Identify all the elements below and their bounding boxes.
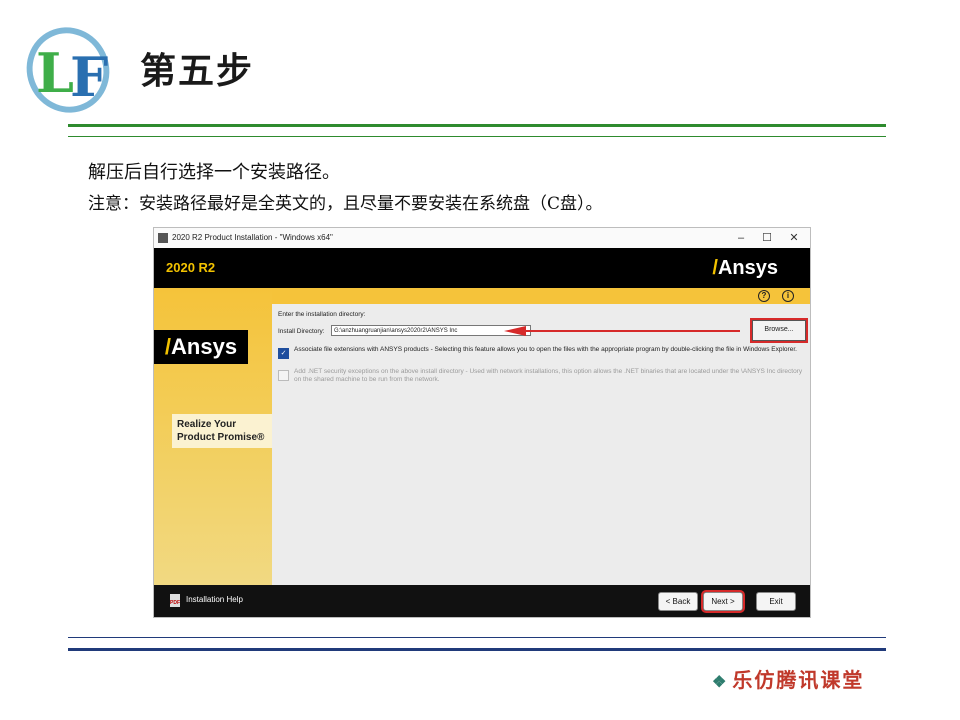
- header-rule: [68, 124, 886, 127]
- header-rule-thin: [68, 136, 886, 137]
- slide-title: 第五步: [140, 51, 255, 92]
- exit-button[interactable]: Exit: [756, 592, 796, 611]
- footer-brand: ❖ 乐仿腾讯课堂: [712, 668, 865, 692]
- svg-text:F: F: [70, 45, 108, 109]
- net-security-checkbox[interactable]: [278, 370, 289, 381]
- app-icon: [158, 233, 168, 243]
- diamond-icon: ❖: [712, 672, 729, 691]
- instruction-text: 解压后自行选择一个安装路径。: [88, 162, 340, 183]
- maximize-icon[interactable]: ☐: [754, 230, 780, 246]
- next-button[interactable]: Next >: [701, 590, 745, 613]
- back-button[interactable]: < Back: [658, 592, 698, 611]
- help-icon[interactable]: ?: [758, 290, 770, 302]
- footer-rule: [68, 648, 886, 651]
- installer-window: 2020 R2 Product Installation - "Windows …: [154, 228, 810, 617]
- install-prompt: Enter the installation directory:: [278, 311, 366, 318]
- browse-button[interactable]: Browse...: [750, 318, 808, 343]
- footer-rule-thin: [68, 637, 886, 638]
- help-bar: ? i: [272, 288, 810, 304]
- install-dir-label: Install Directory:: [278, 328, 325, 335]
- close-icon[interactable]: ✕: [781, 230, 807, 246]
- side-brand-logo: /Ansys: [154, 330, 248, 364]
- brand-logo: /Ansys: [712, 257, 778, 279]
- info-icon[interactable]: i: [782, 290, 794, 302]
- note-text: 注意：安装路径最好是全英文的，且尽量不要安装在系统盘（C盘）。: [88, 194, 603, 214]
- version-label: 2020 R2: [166, 260, 216, 275]
- tagline: Realize Your Product Promise®: [172, 414, 272, 448]
- window-title: 2020 R2 Product Installation - "Windows …: [172, 233, 333, 242]
- associate-extensions-label: Associate file extensions with ANSYS pro…: [294, 346, 797, 353]
- minimize-icon[interactable]: –: [728, 230, 754, 246]
- window-titlebar: 2020 R2 Product Installation - "Windows …: [154, 228, 810, 248]
- installer-banner: 2020 R2 /Ansys: [154, 248, 810, 288]
- pdf-icon: PDF: [170, 594, 180, 607]
- lf-logo: L F: [26, 27, 110, 113]
- net-security-label: Add .NET security exceptions on the abov…: [294, 368, 803, 383]
- install-dir-input[interactable]: G:\anzhuangruanjian\ansys2020r2\ANSYS In…: [331, 325, 531, 336]
- install-form: Enter the installation directory: Instal…: [272, 304, 810, 585]
- red-arrow-annotation: [504, 326, 740, 336]
- installer-footer: PDF Installation Help < Back Next > Exit: [154, 585, 810, 617]
- installation-help-link[interactable]: Installation Help: [186, 595, 243, 604]
- left-panel: /Ansys Realize Your Product Promise®: [154, 288, 272, 585]
- svg-text:L: L: [36, 41, 74, 105]
- associate-extensions-checkbox[interactable]: ✓: [278, 348, 289, 359]
